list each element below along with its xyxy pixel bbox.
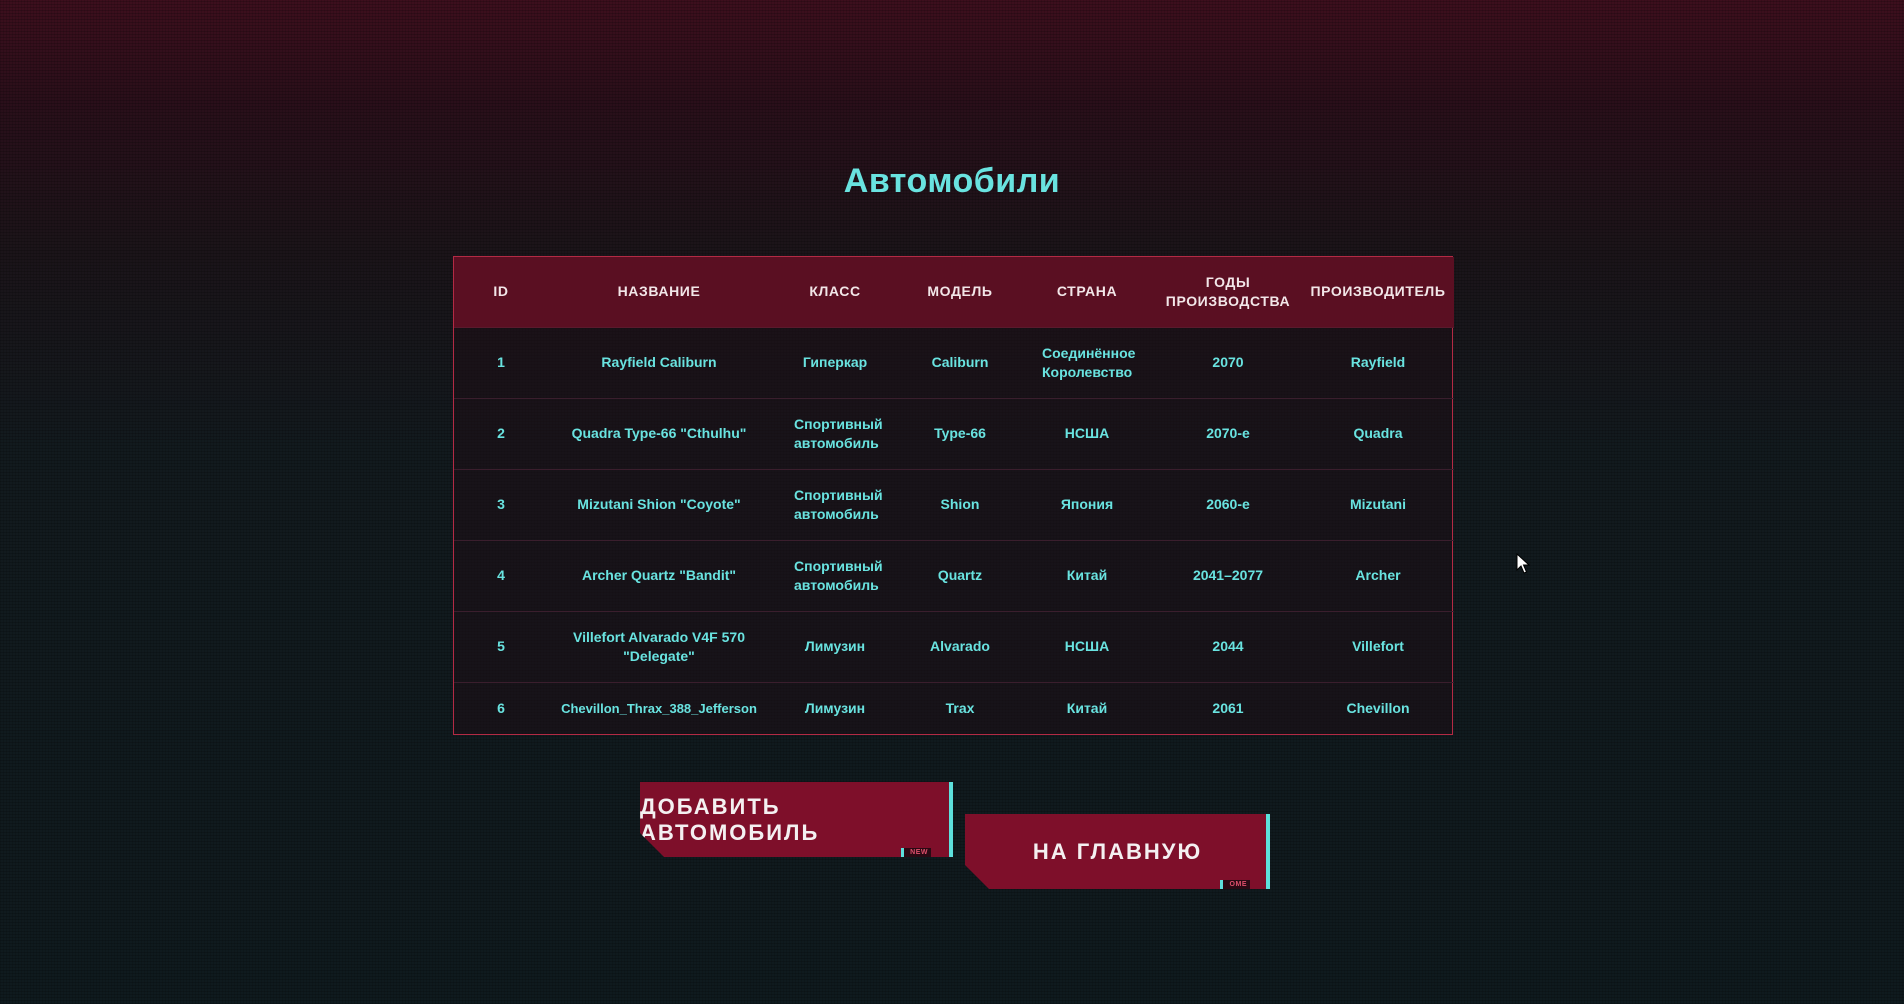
column-header-maker: ПРОИЗВОДИТЕЛЬ <box>1310 283 1446 300</box>
button-tag-home: OME <box>1220 880 1250 889</box>
cell-name: Mizutani Shion "Coyote" <box>577 496 741 512</box>
cell-class: Спортивный автомобиль <box>794 486 883 522</box>
cell-name: Quadra Type-66 "Cthulhu" <box>571 425 747 441</box>
table-row: 4 Archer Quartz "Bandit" Спортивный авто… <box>454 540 1454 611</box>
cell-maker: Villefort <box>1352 638 1404 654</box>
cell-model: Alvarado <box>930 638 990 654</box>
cell-model: Quartz <box>937 567 983 583</box>
cell-name: Villefort Alvarado V4F 570 "Delegate" <box>573 628 745 664</box>
column-header-years-line1: ГОДЫ <box>1205 273 1251 290</box>
cars-table: ID НАЗВАНИЕ КЛАСС МОДЕЛЬ СТРАНА ГОДЫ ПРО… <box>453 256 1454 735</box>
mouse-cursor-icon <box>1516 553 1530 574</box>
table-row: 6 Chevillon_Thrax_388_Jefferson Лимузин … <box>454 682 1454 734</box>
cell-years: 2044 <box>1212 638 1244 654</box>
cell-id: 2 <box>497 425 505 441</box>
cell-country: Китай <box>1066 699 1108 716</box>
cell-name: Chevillon_Thrax_388_Jefferson <box>561 700 757 716</box>
cell-id: 3 <box>497 496 505 512</box>
cell-name: Archer Quartz "Bandit" <box>581 567 737 583</box>
table-header: ID НАЗВАНИЕ КЛАСС МОДЕЛЬ СТРАНА ГОДЫ ПРО… <box>454 257 1454 327</box>
button-accent-edge <box>949 782 953 857</box>
button-accent-edge <box>1266 814 1270 889</box>
cell-country: Япония <box>1060 496 1114 512</box>
cell-model: Caliburn <box>931 354 989 370</box>
cell-years: 2070-е <box>1206 425 1250 441</box>
cell-id: 6 <box>497 699 505 716</box>
cell-years: 2070 <box>1212 354 1244 370</box>
cell-country: НСША <box>1064 425 1110 441</box>
cell-id: 4 <box>497 567 505 583</box>
cell-maker: Quadra <box>1353 425 1403 441</box>
column-header-class: КЛАСС <box>809 283 861 300</box>
button-tag-new: NEW <box>901 848 931 857</box>
cell-id: 1 <box>497 354 505 370</box>
cell-model: Shion <box>940 496 980 512</box>
cell-years: 2060-е <box>1206 496 1250 512</box>
cell-id: 5 <box>497 638 505 654</box>
column-header-id: ID <box>493 283 509 300</box>
table-row: 5 Villefort Alvarado V4F 570 "Delegate" … <box>454 611 1454 682</box>
page-title: Автомобили <box>843 162 1061 200</box>
cell-model: Trax <box>945 699 975 716</box>
table-row: 1 Rayfield Caliburn Гиперкар Caliburn Со… <box>454 327 1454 398</box>
add-car-button-label: ДОБАВИТЬ АВТОМОБИЛЬ <box>640 793 820 845</box>
column-header-name: НАЗВАНИЕ <box>617 283 701 300</box>
cell-model: Type-66 <box>934 425 986 441</box>
add-car-button[interactable]: ДОБАВИТЬ АВТОМОБИЛЬ NEW <box>640 782 953 857</box>
home-button-label: НА ГЛАВНУЮ <box>1032 838 1203 864</box>
column-header-years: ГОДЫ ПРОИЗВОДСТВА <box>1154 257 1302 327</box>
table-body: 1 Rayfield Caliburn Гиперкар Caliburn Со… <box>454 327 1454 734</box>
cell-country: Китай <box>1066 567 1108 583</box>
column-header-model: МОДЕЛЬ <box>927 283 993 300</box>
cell-maker: Archer <box>1355 567 1401 583</box>
cell-years: 2041–2077 <box>1192 567 1264 583</box>
column-header-country: СТРАНА <box>1056 283 1118 300</box>
table-row: 2 Quadra Type-66 "Cthulhu" Спортивный ав… <box>454 398 1454 469</box>
cell-name: Rayfield Caliburn <box>601 354 717 370</box>
cell-maker: Rayfield <box>1350 354 1406 370</box>
cell-class: Лимузин <box>804 699 866 716</box>
cell-maker: Mizutani <box>1350 496 1406 512</box>
home-button[interactable]: НА ГЛАВНУЮ OME <box>965 814 1270 889</box>
table-row: 3 Mizutani Shion "Coyote" Спортивный авт… <box>454 469 1454 540</box>
cell-class: Гиперкар <box>802 354 868 370</box>
cell-class: Спортивный автомобиль <box>794 415 883 451</box>
cell-class: Лимузин <box>804 638 866 654</box>
cell-maker: Chevillon <box>1346 699 1410 716</box>
cell-class: Спортивный автомобиль <box>794 557 883 593</box>
cell-country: НСША <box>1064 638 1110 654</box>
cell-country: Соединённое Королевство <box>1042 344 1136 380</box>
cell-years: 2061 <box>1212 699 1244 716</box>
column-header-years-line2: ПРОИЗВОДСТВА <box>1165 292 1291 309</box>
